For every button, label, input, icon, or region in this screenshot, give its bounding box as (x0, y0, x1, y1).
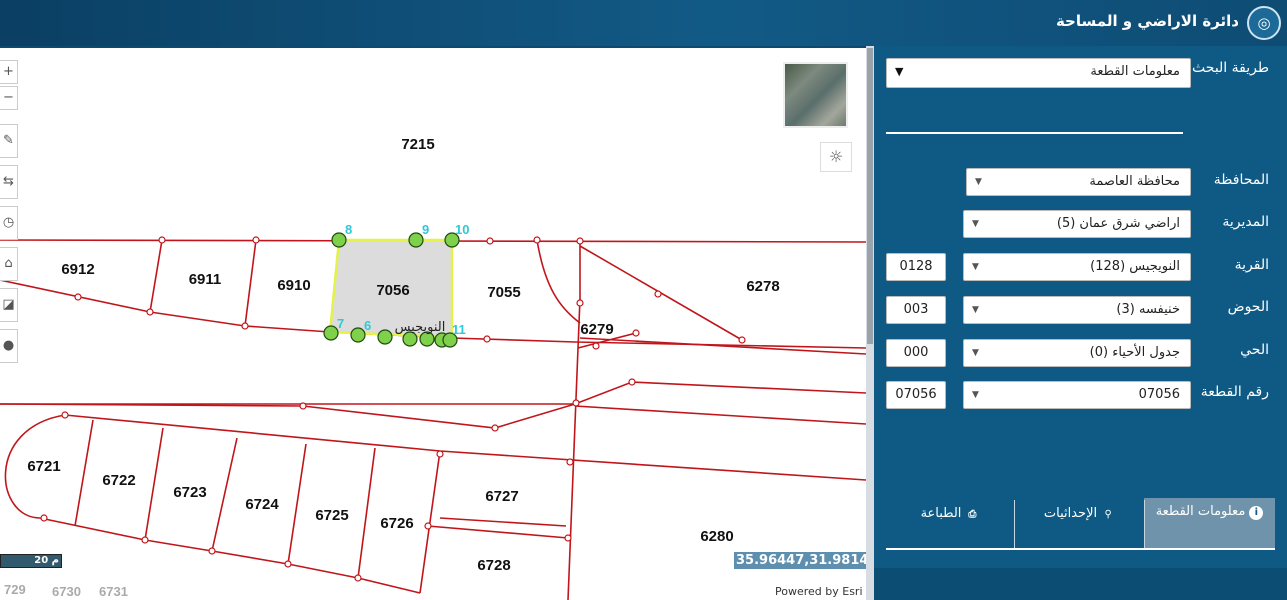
tab-print[interactable]: ⎙الطباعة (886, 498, 1014, 548)
app-title: دائرة الاراضي و المساحة (1055, 12, 1239, 30)
dls-logo-icon: ◎ (1247, 6, 1281, 40)
parcel-label-faded: 729 (4, 582, 26, 597)
neighborhood-label: الحي (1240, 342, 1269, 358)
zoom-in-button[interactable]: + (0, 60, 18, 84)
village-code-input[interactable]: 0128 (886, 253, 946, 281)
parcel-label: 6279 (580, 321, 613, 338)
parcel-label: 6278 (746, 278, 779, 295)
tab-coordinates[interactable]: ⚲الإحداثيات (1015, 498, 1144, 548)
parcel-label: 6280 (700, 528, 733, 545)
parcel-code-input[interactable]: 07056 (886, 381, 946, 409)
chevron-down-icon: ▼ (975, 177, 982, 187)
locate-icon[interactable]: ◷ (0, 206, 18, 240)
pencil-icon[interactable]: ✎ (0, 124, 18, 158)
vertex-label: 10 (455, 222, 469, 237)
parcel-label: 7055 (487, 284, 520, 301)
vertex-label: 7 (337, 316, 344, 331)
governorate-label: المحافظة (1213, 172, 1269, 188)
parcel-label: 6725 (315, 507, 348, 524)
chevron-down-icon: ▼ (895, 65, 904, 78)
zoom-out-button[interactable]: − (0, 86, 18, 110)
village-select[interactable]: ▼ النويجيس (128) (963, 253, 1191, 281)
scale-bar: 20 م (0, 554, 62, 568)
governorate-select[interactable]: ▼ محافظة العاصمة (966, 168, 1191, 196)
parcel-label: 6727 (485, 488, 518, 505)
esri-attribution: Powered by Esri (775, 585, 863, 598)
tab-parcel-info[interactable]: iمعلومات القطعة (1144, 498, 1275, 548)
tab-divider (1014, 500, 1015, 548)
parcel-label: 6721 (27, 458, 60, 475)
parcel-number-select[interactable]: ▼ 07056 (963, 381, 1191, 409)
vertex-label: 8 (345, 222, 352, 237)
home-icon[interactable]: ⌂ (0, 247, 18, 281)
directorate-select[interactable]: ▼ اراضي شرق عمان (5) (963, 210, 1191, 238)
chevron-down-icon: ▼ (972, 390, 979, 400)
parcel-label-faded: 6731 (99, 584, 128, 599)
layers-icon[interactable]: ◪ (0, 288, 18, 322)
drop-icon[interactable]: ● (0, 329, 18, 363)
app-header: ◎ دائرة الاراضي و المساحة (0, 0, 1287, 46)
village-label: القرية (1234, 257, 1269, 273)
neighborhood-select[interactable]: ▼ جدول الأحياء (0) (963, 339, 1191, 367)
parcel-label: 6722 (102, 472, 135, 489)
app-window: ◎ دائرة الاراضي و المساحة 8 9 10 7 6 11 … (0, 0, 1287, 600)
parcel-label: 6912 (61, 261, 94, 278)
basin-label: الحوض (1227, 299, 1269, 315)
divider (886, 132, 1183, 134)
street-label: النويجيس (395, 320, 446, 335)
chevron-down-icon: ▼ (972, 219, 979, 229)
basemap-toggle[interactable] (783, 62, 848, 128)
parcel-map[interactable]: 8 9 10 7 6 11 النويجيس 7215 6912 6911 69… (0, 48, 866, 600)
parcel-label: 6728 (477, 557, 510, 574)
search-method-label: طريقة البحث (1192, 60, 1269, 76)
panel-scrollbar[interactable] (866, 46, 874, 600)
parcel-label: 6726 (380, 515, 413, 532)
coordinate-readout: 35.96447,31.98149 (734, 552, 880, 569)
pin-icon: ⚲ (1104, 509, 1112, 520)
sun-icon[interactable]: ☼ (820, 142, 852, 172)
parcel-label: 7056 (376, 282, 409, 299)
chevron-down-icon: ▼ (972, 262, 979, 272)
parcel-label: 6724 (245, 496, 279, 513)
directorate-label: المديرية (1222, 214, 1269, 230)
parcel-label: 6911 (189, 271, 222, 288)
panel-footer (874, 568, 1287, 600)
vertex-label: 9 (422, 222, 429, 237)
parcel-label-faded: 6730 (52, 584, 81, 599)
basin-code-input[interactable]: 003 (886, 296, 946, 324)
chevron-down-icon: ▼ (972, 305, 979, 315)
result-tabs: iمعلومات القطعة ⚲الإحداثيات ⎙الطباعة (886, 498, 1275, 550)
measure-icon[interactable]: ⇆ (0, 165, 18, 199)
vertex-label: 6 (364, 318, 371, 333)
search-method-select[interactable]: ▼ معلومات القطعة (886, 58, 1191, 88)
parcel-label: 7215 (401, 136, 434, 153)
parcel-label: 6910 (277, 277, 310, 294)
basin-select[interactable]: ▼ خنيفسه (3) (963, 296, 1191, 324)
parcel-label: 6723 (173, 484, 206, 501)
map-view[interactable]: 8 9 10 7 6 11 النويجيس 7215 6912 6911 69… (0, 46, 880, 600)
info-icon: i (1249, 506, 1264, 520)
search-panel: طريقة البحث ▼ معلومات القطعة المحافظة ▼ … (874, 46, 1287, 600)
chevron-down-icon: ▼ (972, 348, 979, 358)
printer-icon: ⎙ (968, 509, 977, 520)
neighborhood-code-input[interactable]: 000 (886, 339, 946, 367)
scrollbar-thumb[interactable] (867, 48, 873, 344)
map-toolbar: + − ✎ ⇆ ◷ ⌂ ◪ ● (0, 60, 18, 370)
vertex-label: 11 (452, 322, 466, 337)
parcel-number-label: رقم القطعة (1200, 384, 1269, 400)
tab-divider (1144, 500, 1145, 548)
